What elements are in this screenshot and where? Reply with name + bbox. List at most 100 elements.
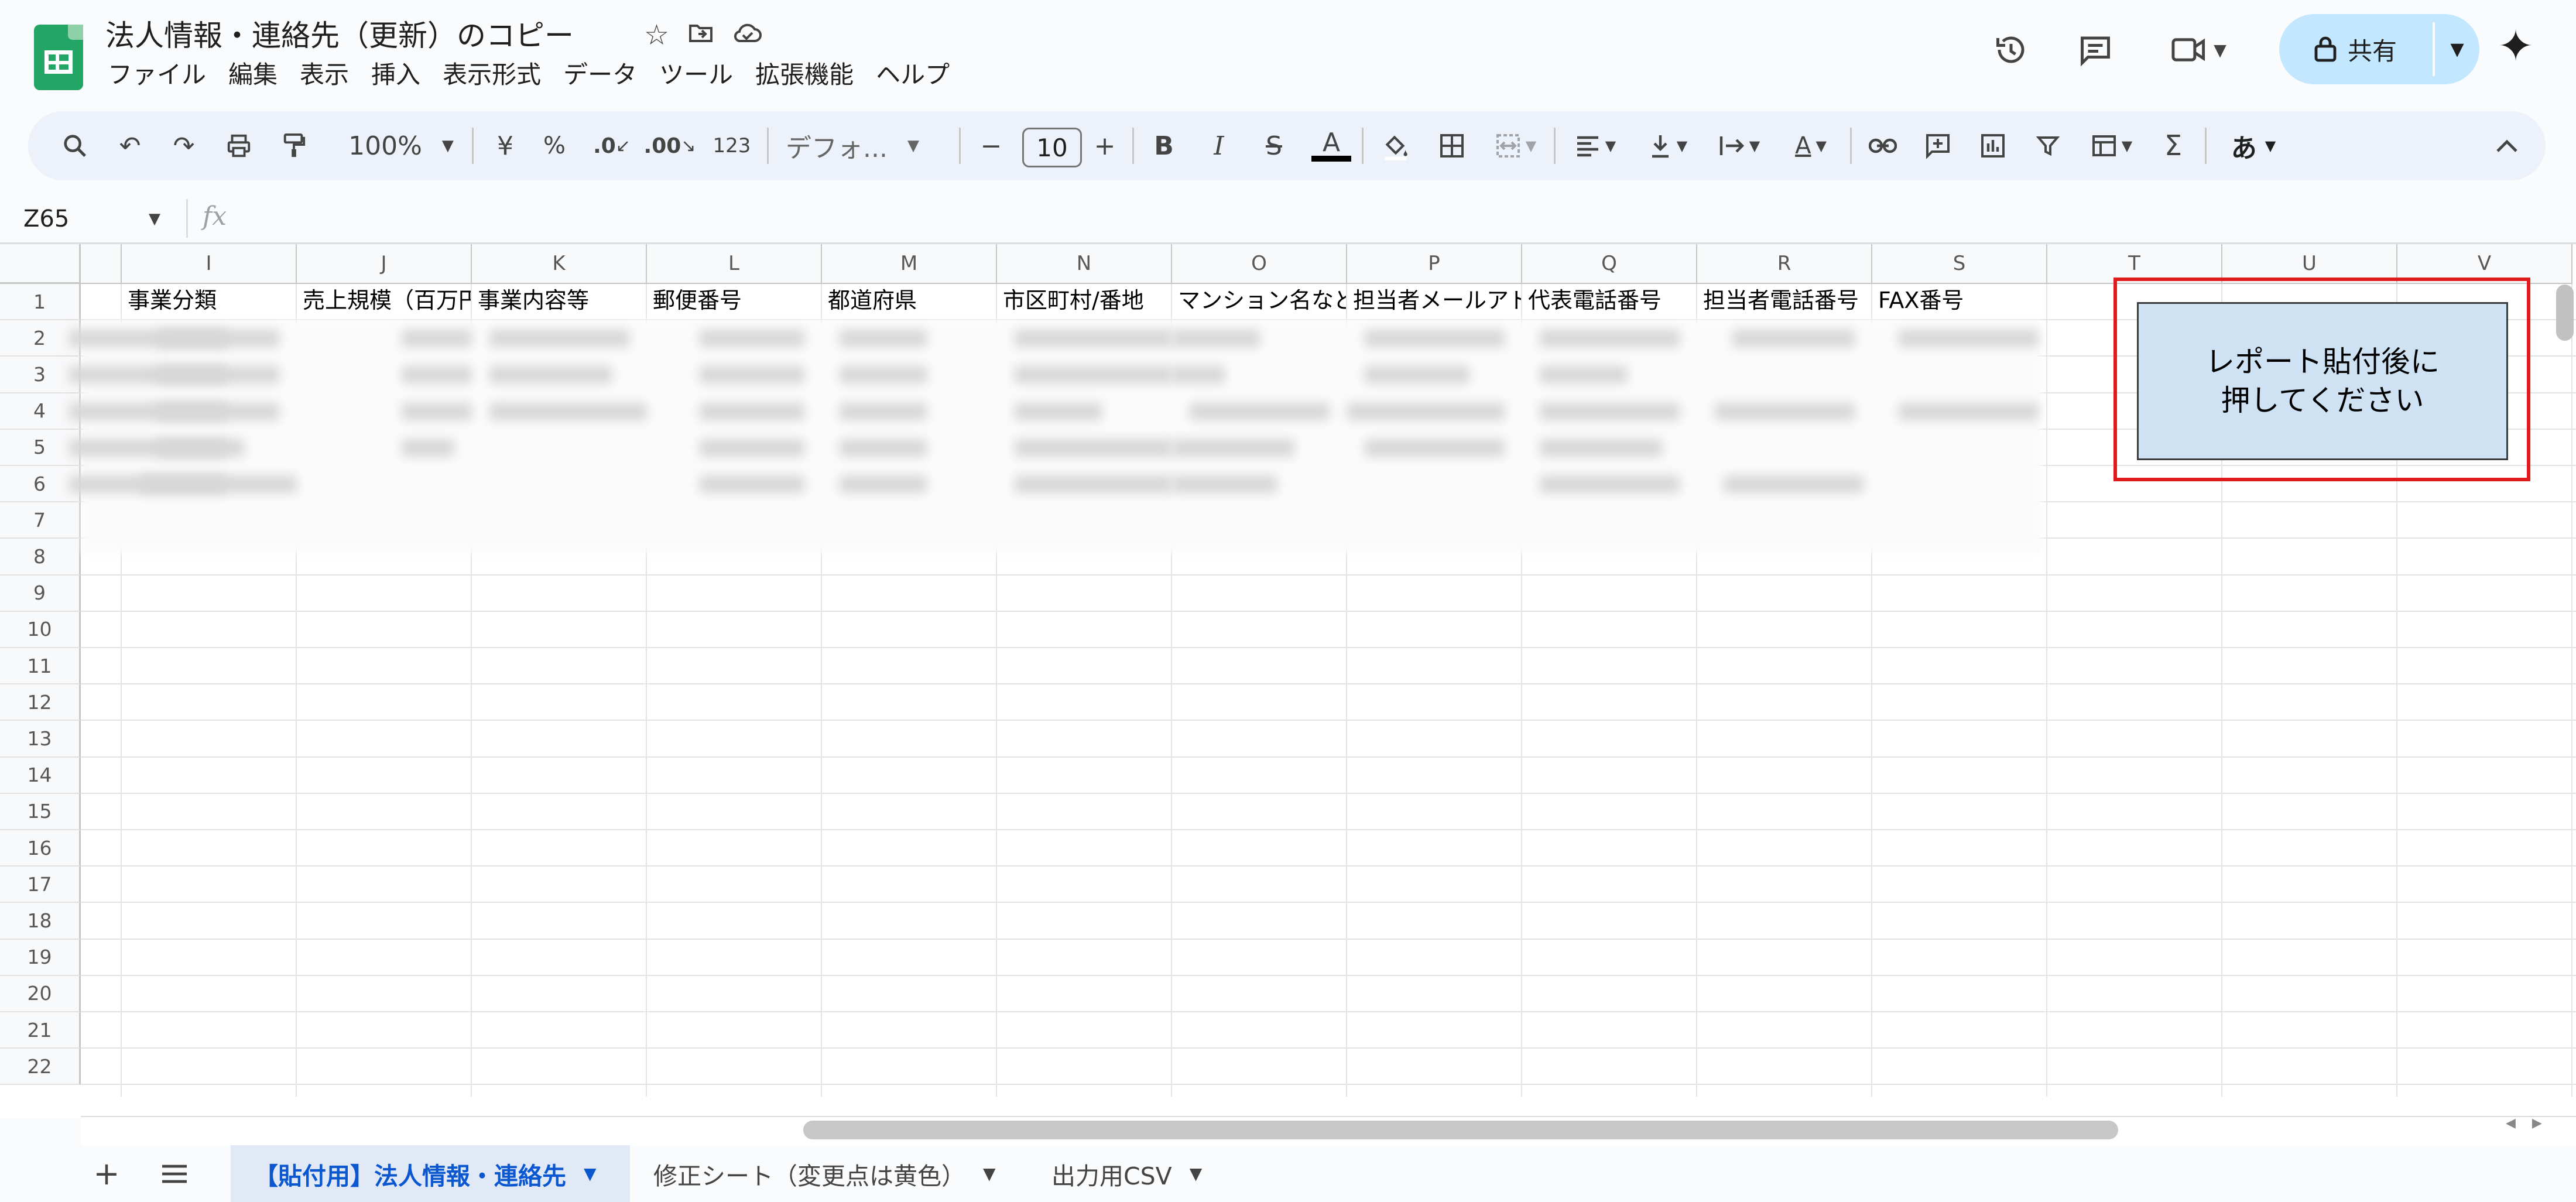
- row-header[interactable]: 10: [0, 611, 81, 648]
- header-cell[interactable]: FAX番号: [1878, 280, 2046, 320]
- insert-comment-icon[interactable]: [1914, 111, 1961, 180]
- column-header[interactable]: I: [122, 244, 297, 284]
- column-header[interactable]: N: [997, 244, 1172, 284]
- name-box[interactable]: Z65 ▼: [23, 201, 170, 237]
- horizontal-align-icon[interactable]: ▼: [1563, 111, 1628, 180]
- input-tools-button[interactable]: あ ▼: [2215, 111, 2291, 180]
- sheet-tab-paste[interactable]: 【貼付用】法人情報・連絡先 ▼: [231, 1145, 630, 1202]
- row-header[interactable]: 5: [0, 429, 81, 466]
- menu-insert[interactable]: 挿入: [371, 57, 420, 93]
- vertical-scrollbar[interactable]: [2556, 285, 2574, 341]
- row-header[interactable]: 18: [0, 903, 81, 940]
- row-header[interactable]: 1: [0, 284, 81, 321]
- menu-icon[interactable]: [150, 1145, 199, 1202]
- column-header[interactable]: P: [1347, 244, 1522, 284]
- row-header[interactable]: 8: [0, 539, 81, 576]
- bold-button[interactable]: B: [1140, 111, 1187, 180]
- more-formats-button[interactable]: 123: [703, 111, 761, 180]
- menu-tools[interactable]: ツール: [659, 57, 733, 93]
- row-header[interactable]: 17: [0, 867, 81, 903]
- formula-input[interactable]: [246, 199, 2564, 238]
- report-submit-button[interactable]: レポート貼付後に 押してください: [2137, 302, 2508, 460]
- row-header[interactable]: 9: [0, 575, 81, 612]
- header-cell[interactable]: 事業内容等: [478, 280, 646, 320]
- select-all-corner[interactable]: [0, 244, 81, 284]
- row-header[interactable]: 7: [0, 502, 81, 539]
- cloud-saved-icon[interactable]: [732, 19, 763, 54]
- vertical-align-icon[interactable]: ▼: [1636, 111, 1700, 180]
- header-cell[interactable]: 代表電話番号: [1528, 280, 1696, 320]
- menu-view[interactable]: 表示: [300, 57, 349, 93]
- filter-icon[interactable]: [2025, 111, 2071, 180]
- share-button[interactable]: 共有: [2279, 14, 2431, 84]
- row-header[interactable]: 15: [0, 793, 81, 830]
- row-header[interactable]: 11: [0, 648, 81, 685]
- document-title[interactable]: 法人情報・連絡先（更新）のコピー: [105, 15, 574, 56]
- sheet-tab-corrections[interactable]: 修正シート（変更点は黄色） ▼: [630, 1145, 1014, 1202]
- print-icon[interactable]: [215, 111, 262, 180]
- row-header[interactable]: 3: [0, 357, 81, 393]
- chevron-down-icon[interactable]: ▼: [1190, 1164, 1203, 1183]
- column-header[interactable]: O: [1172, 244, 1347, 284]
- fill-color-icon[interactable]: [1372, 111, 1419, 180]
- header-cell[interactable]: 担当者電話番号: [1703, 280, 1871, 320]
- font-size-input[interactable]: 10: [1022, 128, 1082, 167]
- menu-edit[interactable]: 編集: [228, 57, 278, 93]
- row-header[interactable]: 19: [0, 939, 81, 976]
- row-header[interactable]: 21: [0, 1012, 81, 1049]
- undo-icon[interactable]: ↶: [107, 111, 153, 180]
- column-header[interactable]: M: [822, 244, 997, 284]
- column-header[interactable]: S: [1872, 244, 2047, 284]
- share-dropdown-button[interactable]: ▼: [2435, 14, 2479, 84]
- column-header[interactable]: K: [472, 244, 647, 284]
- menu-extensions[interactable]: 拡張機能: [755, 57, 854, 93]
- meet-video-icon[interactable]: ▼: [2160, 23, 2236, 76]
- scroll-right-icon[interactable]: ▶: [2532, 1116, 2542, 1131]
- zoom-select[interactable]: 100% ▼: [328, 111, 474, 180]
- row-header[interactable]: 16: [0, 830, 81, 867]
- menu-format[interactable]: 表示形式: [443, 57, 541, 93]
- sheets-logo-icon[interactable]: [34, 25, 83, 90]
- sheet-tab-csv[interactable]: 出力用CSV ▼: [1028, 1145, 1227, 1202]
- functions-icon[interactable]: Σ: [2150, 111, 2197, 180]
- row-header[interactable]: 6: [0, 466, 81, 503]
- increase-decimal-button[interactable]: .00 ↘: [640, 111, 699, 180]
- history-icon[interactable]: [1985, 23, 2037, 76]
- paint-format-icon[interactable]: [270, 111, 317, 180]
- menu-help[interactable]: ヘルプ: [876, 57, 950, 93]
- insert-chart-icon[interactable]: [1969, 111, 2016, 180]
- decrease-decimal-button[interactable]: .0 ↙: [585, 111, 638, 180]
- menu-file[interactable]: ファイル: [108, 57, 206, 93]
- merge-cells-icon[interactable]: ▼: [1484, 111, 1548, 180]
- row-header[interactable]: 12: [0, 684, 81, 721]
- menu-data[interactable]: データ: [563, 57, 637, 93]
- font-select[interactable]: デフォ... ▼: [777, 111, 961, 180]
- row-header[interactable]: 13: [0, 721, 81, 758]
- italic-button[interactable]: I: [1195, 111, 1242, 180]
- row-header[interactable]: 4: [0, 393, 81, 430]
- row-header[interactable]: 20: [0, 975, 81, 1012]
- text-color-button[interactable]: A: [1308, 111, 1355, 180]
- insert-link-icon[interactable]: [1859, 111, 1906, 180]
- header-cell[interactable]: 都道府県: [828, 280, 996, 320]
- column-header[interactable]: R: [1697, 244, 1872, 284]
- column-header[interactable]: J: [297, 244, 472, 284]
- borders-icon[interactable]: [1429, 111, 1475, 180]
- scroll-left-icon[interactable]: ◀: [2506, 1116, 2516, 1131]
- header-cell[interactable]: 担当者メールアドレス: [1353, 280, 1521, 320]
- chevron-down-icon[interactable]: ▼: [584, 1164, 597, 1183]
- chevron-down-icon[interactable]: ▼: [983, 1164, 996, 1183]
- star-icon[interactable]: ☆: [644, 19, 669, 54]
- column-header[interactable]: L: [647, 244, 822, 284]
- redo-icon[interactable]: ↷: [160, 111, 207, 180]
- font-size-increase-button[interactable]: +: [1084, 111, 1125, 180]
- collapse-toolbar-icon[interactable]: [2483, 111, 2530, 180]
- sparkle-icon[interactable]: ✦: [2498, 21, 2534, 71]
- strikethrough-button[interactable]: S: [1251, 111, 1297, 180]
- row-header[interactable]: 22: [0, 1049, 81, 1085]
- header-cell[interactable]: マンション名など: [1178, 280, 1346, 320]
- font-size-decrease-button[interactable]: −: [971, 111, 1012, 180]
- plus-icon[interactable]: +: [82, 1145, 131, 1202]
- text-rotation-icon[interactable]: A ▼: [1779, 111, 1843, 180]
- header-cell[interactable]: 売上規模（百万円: [303, 280, 471, 320]
